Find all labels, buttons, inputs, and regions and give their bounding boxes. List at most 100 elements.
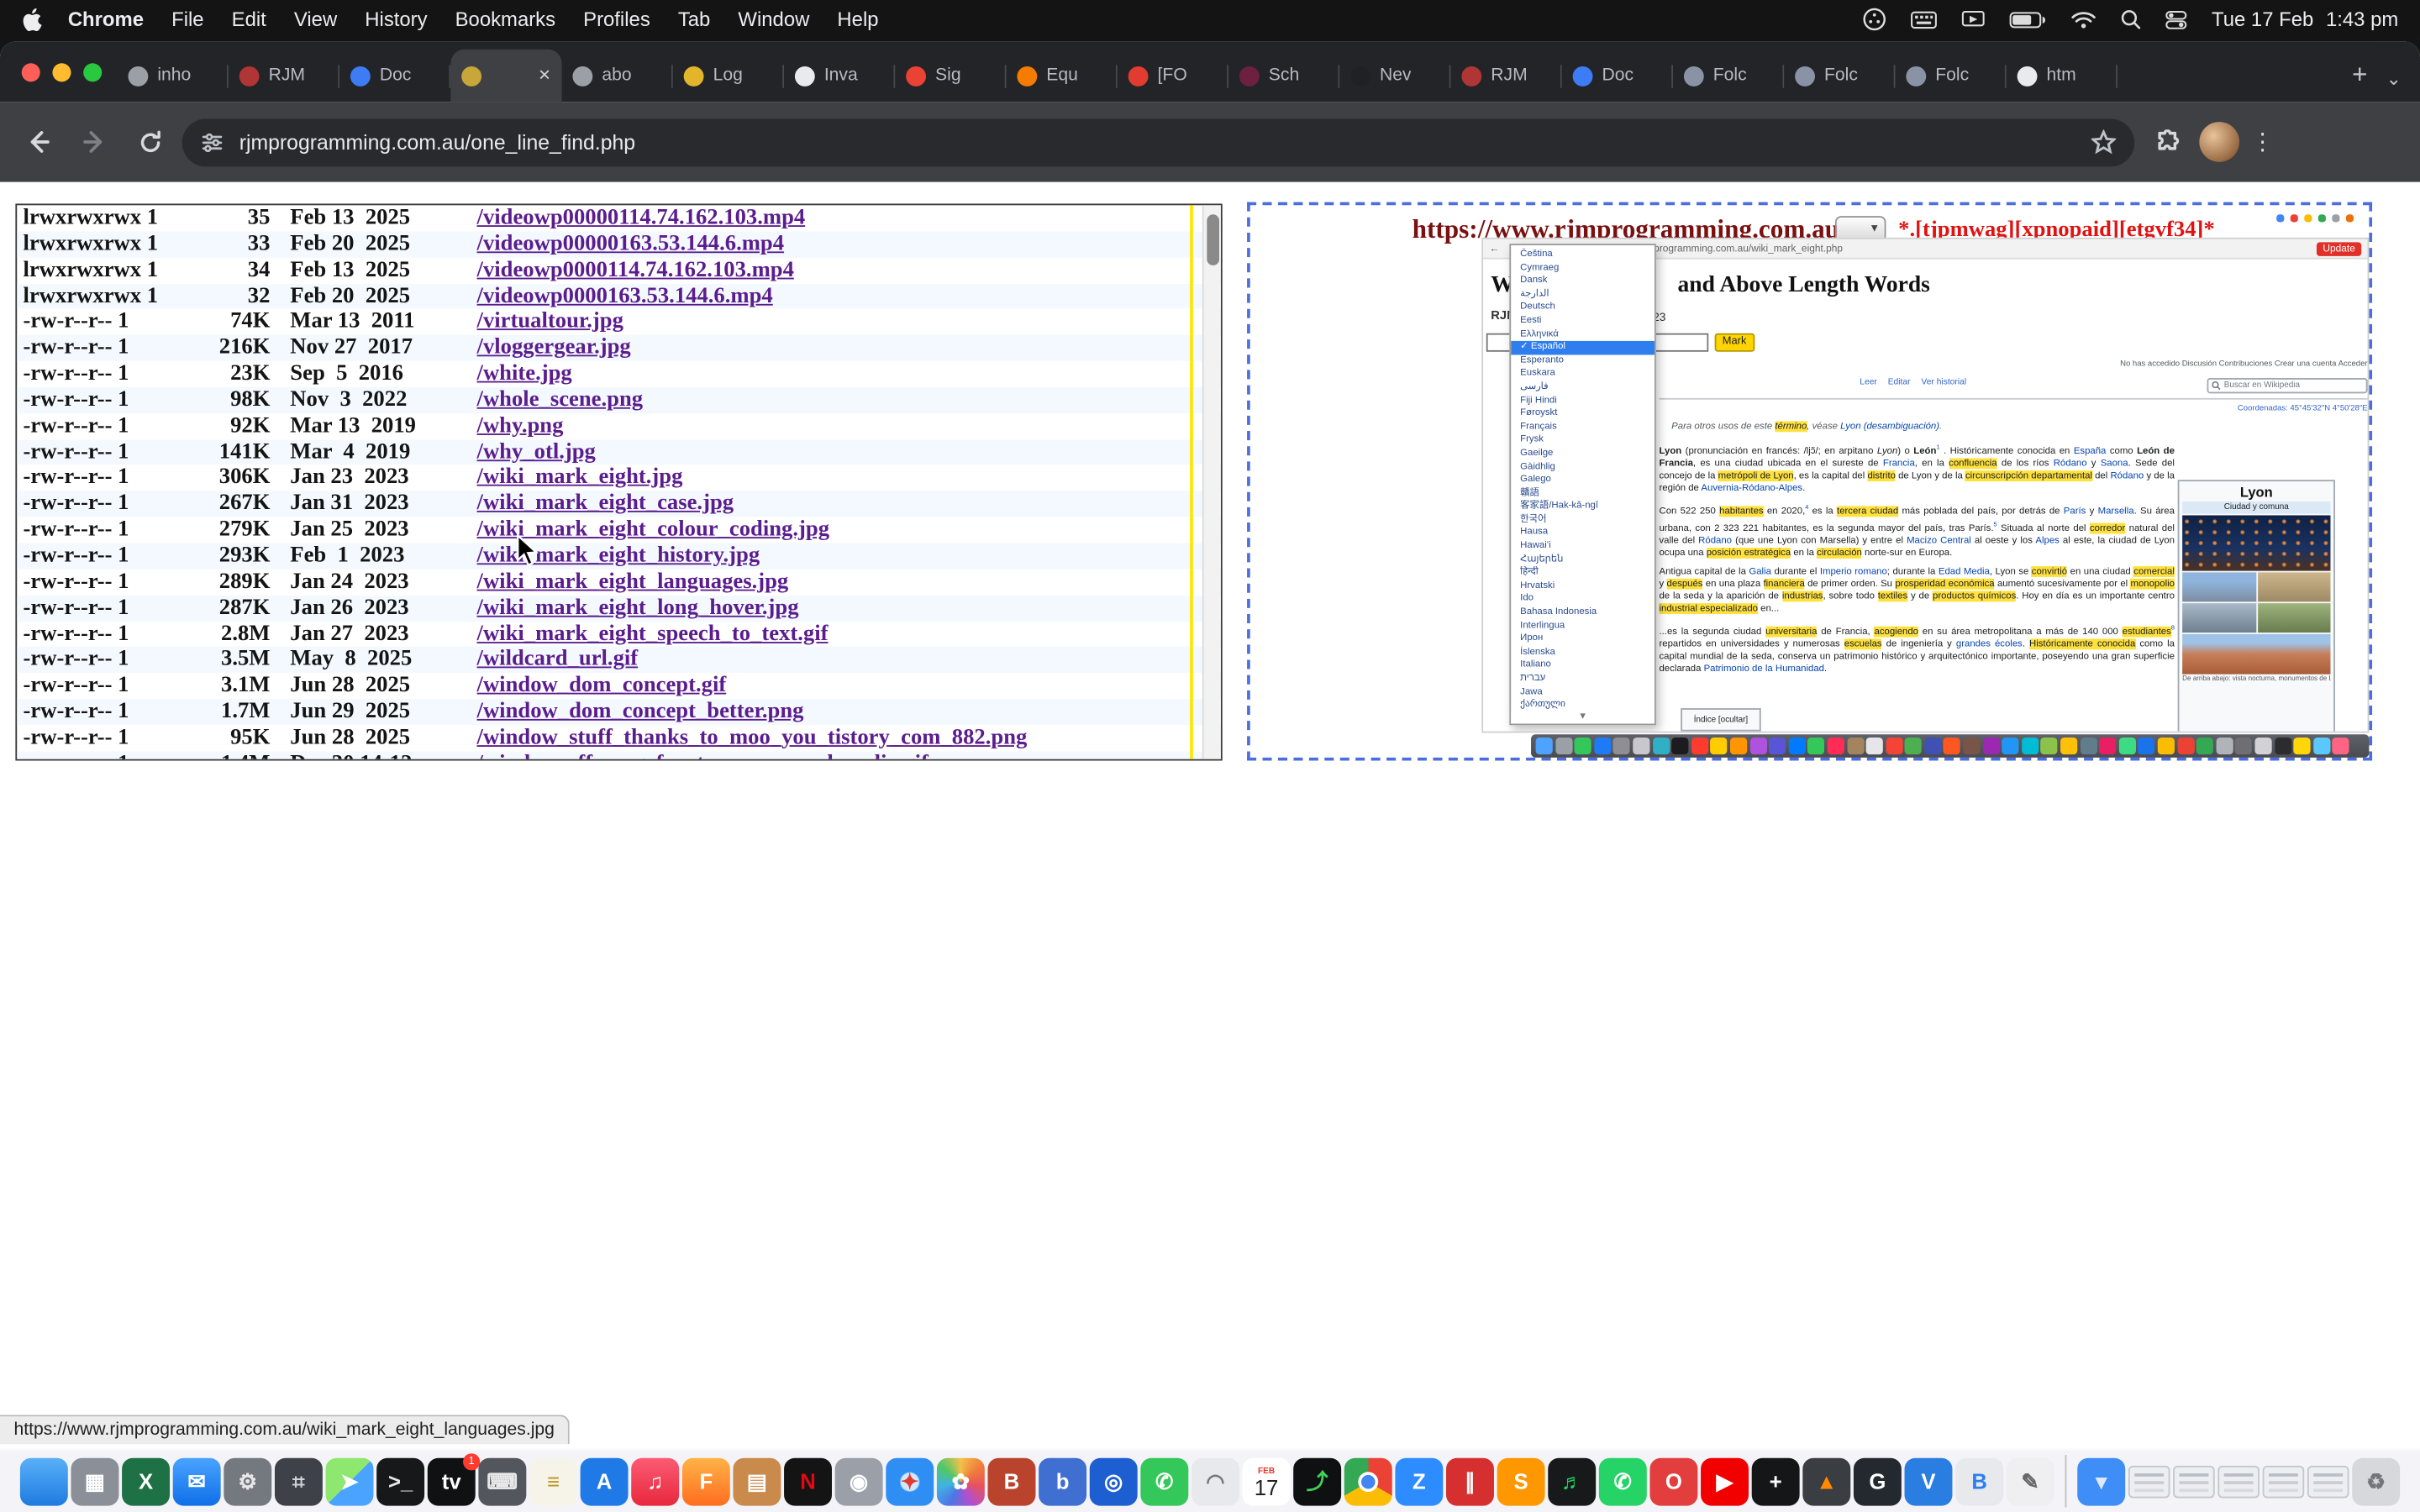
profile-avatar[interactable] bbox=[2199, 122, 2239, 162]
bookmark-star-icon[interactable] bbox=[2091, 129, 2116, 153]
language-option[interactable]: فارسی bbox=[1511, 381, 1655, 395]
file-link[interactable]: /window_dom_concept.gif bbox=[477, 673, 727, 698]
wiki-link[interactable]: Imperio romano bbox=[1820, 566, 1887, 577]
dock-item-notes[interactable]: ≡ bbox=[529, 1457, 577, 1505]
menu-window[interactable]: Window bbox=[738, 8, 809, 31]
battery-icon[interactable] bbox=[2009, 10, 2046, 29]
language-option[interactable]: Hausa bbox=[1511, 527, 1655, 540]
dock-item-parallels[interactable]: ∥ bbox=[1446, 1457, 1494, 1505]
menu-bookmarks[interactable]: Bookmarks bbox=[455, 8, 555, 31]
language-option[interactable]: Føroyskt bbox=[1511, 407, 1655, 421]
wiki-search-box[interactable]: Buscar en Wikipedia bbox=[2207, 378, 2368, 393]
wiki-link[interactable]: Marsella bbox=[2098, 507, 2134, 517]
zoom-window-button[interactable] bbox=[83, 62, 102, 81]
dock-item-photos[interactable]: ✿ bbox=[937, 1457, 985, 1505]
language-option[interactable]: Ελληνικά bbox=[1511, 328, 1655, 341]
dock-item-spotify[interactable]: ♬ bbox=[1548, 1457, 1596, 1505]
reload-button[interactable] bbox=[127, 118, 173, 165]
language-option[interactable]: Hawaiʻi bbox=[1511, 540, 1655, 554]
browser-tab[interactable]: Folc bbox=[1896, 50, 2007, 102]
back-button[interactable] bbox=[15, 118, 61, 165]
dock-item-downloads-folder[interactable]: ▾ bbox=[2077, 1457, 2125, 1505]
language-option[interactable]: Interlingua bbox=[1511, 620, 1655, 633]
dock-item-minimized-window-2[interactable] bbox=[2173, 1465, 2215, 1498]
browser-tab[interactable]: Doc bbox=[1562, 50, 1673, 102]
file-link[interactable]: /wiki_mark_eight_speech_to_text.gif bbox=[477, 621, 829, 646]
dock-item-firefox[interactable]: F bbox=[682, 1457, 730, 1505]
dock-item-compass[interactable]: ◎ bbox=[1090, 1457, 1138, 1505]
dock-item-tv[interactable]: tv1 bbox=[428, 1457, 476, 1505]
menubar-clock[interactable]: Tue 17 Feb 1:43 pm bbox=[2212, 8, 2398, 31]
dock-item-safari[interactable]: ✦ bbox=[886, 1457, 934, 1505]
wiki-link[interactable]: Ródano bbox=[2054, 459, 2087, 470]
language-option[interactable]: Bahasa Indonesia bbox=[1511, 606, 1655, 620]
language-option[interactable]: Հայերեն bbox=[1511, 554, 1655, 567]
keyboard-icon[interactable] bbox=[1911, 10, 1937, 29]
language-option[interactable]: Čeština bbox=[1511, 249, 1655, 262]
wiki-link[interactable]: París bbox=[2064, 507, 2086, 517]
dock-item-opera[interactable]: O bbox=[1649, 1457, 1697, 1505]
chrome-menu-icon[interactable]: ⋮ bbox=[2249, 128, 2276, 155]
wiki-personal-links[interactable]: No has accedido Discusión Contribuciones… bbox=[2120, 360, 2367, 369]
language-option[interactable]: Esperanto bbox=[1511, 354, 1655, 368]
browser-tab[interactable]: RJM bbox=[1451, 50, 1562, 102]
browser-tab[interactable]: Equ bbox=[1007, 50, 1118, 102]
dock-item-finder[interactable] bbox=[20, 1457, 68, 1505]
dock-item-zoom[interactable]: Z bbox=[1395, 1457, 1443, 1505]
file-link[interactable]: /wildcard_url.gif bbox=[477, 647, 639, 672]
browser-tab[interactable]: Sig bbox=[895, 50, 1006, 102]
dropdown-scroll-chevron-icon[interactable]: ▾ bbox=[1511, 711, 1655, 724]
dock-item-vlc[interactable]: ▲ bbox=[1802, 1457, 1850, 1505]
wiki-toc-box[interactable]: Índice [ocultar] bbox=[1681, 708, 1761, 732]
language-option[interactable]: Français bbox=[1511, 421, 1655, 434]
dock-item-facetime[interactable]: ✆ bbox=[1140, 1457, 1188, 1505]
dock-item-minimized-window-4[interactable] bbox=[2263, 1465, 2305, 1498]
language-option[interactable]: Fiji Hindi bbox=[1511, 394, 1655, 407]
file-link[interactable]: /videowp00000114.74.162.103.mp4 bbox=[477, 205, 806, 230]
url-text[interactable]: rjmprogramming.com.au/one_line_find.php bbox=[239, 130, 635, 154]
file-link[interactable]: /virtualtour.jpg bbox=[477, 309, 623, 334]
spotlight-search-icon[interactable] bbox=[2121, 9, 2141, 29]
wiki-link[interactable]: Saona bbox=[2101, 459, 2128, 470]
dock-item-excel[interactable]: X bbox=[122, 1457, 170, 1505]
language-option[interactable]: 客家語/Hak-kâ-ngî bbox=[1511, 501, 1655, 514]
dock-item-netflix[interactable]: N bbox=[784, 1457, 832, 1505]
status-app-icon[interactable] bbox=[1863, 8, 1886, 31]
wiki-coordinates[interactable]: Coordenadas: 45°45′32″N 4°50′28″E bbox=[2238, 404, 2368, 413]
file-link[interactable]: /vloggergear.jpg bbox=[477, 335, 631, 360]
new-tab-button[interactable]: + bbox=[2339, 55, 2380, 96]
file-link[interactable]: /why.png bbox=[477, 413, 564, 438]
dock-item-photo-booth[interactable]: ◠ bbox=[1192, 1457, 1239, 1505]
file-link[interactable]: /wiki_mark_eight.jpg bbox=[477, 465, 683, 491]
dock-item-whatsapp[interactable]: ✆ bbox=[1599, 1457, 1647, 1505]
dock-item-calendar[interactable]: FEB17 bbox=[1243, 1457, 1291, 1505]
tab-close-icon[interactable]: ✕ bbox=[538, 67, 550, 84]
language-option[interactable]: Frysk bbox=[1511, 434, 1655, 448]
dock-item-github[interactable]: G bbox=[1854, 1457, 1902, 1505]
menu-file[interactable]: File bbox=[171, 8, 203, 31]
wiki-view-tab[interactable]: Ver historial bbox=[1921, 378, 1966, 387]
dock-item-chrome[interactable] bbox=[1344, 1457, 1392, 1505]
language-option[interactable]: Íslenska bbox=[1511, 646, 1655, 659]
file-link[interactable]: /wiki_mark_eight_languages.jpg bbox=[477, 569, 789, 594]
wiki-link[interactable]: Alpes bbox=[2035, 536, 2059, 547]
scrollbar-thumb[interactable] bbox=[1207, 214, 1219, 265]
file-link[interactable]: /why_otl.jpg bbox=[477, 439, 596, 465]
browser-tab[interactable]: RJM bbox=[229, 50, 339, 102]
file-link[interactable]: /wiki_mark_eight_case.jpg bbox=[477, 491, 734, 517]
language-option[interactable]: Ирон bbox=[1511, 633, 1655, 646]
update-button[interactable]: Update bbox=[2317, 241, 2361, 255]
dock-item-books[interactable]: ▤ bbox=[733, 1457, 781, 1505]
dock-item-minimized-window-5[interactable] bbox=[2307, 1465, 2349, 1498]
minimize-window-button[interactable] bbox=[52, 62, 71, 81]
dock-item-vscode[interactable]: V bbox=[1905, 1457, 1953, 1505]
dock-item-keyboard-viewer[interactable]: ⌨ bbox=[478, 1457, 526, 1505]
language-option[interactable]: Eesti bbox=[1511, 315, 1655, 328]
file-link[interactable]: /videowp00000163.53.144.6.mp4 bbox=[477, 231, 785, 256]
wiki-link[interactable]: Auvernia-Ródano-Alpes bbox=[1701, 483, 1802, 494]
dock-item-freeform[interactable]: ✎ bbox=[2007, 1457, 2054, 1505]
address-bar[interactable]: rjmprogramming.com.au/one_line_find.php bbox=[182, 118, 2134, 166]
browser-tab[interactable]: Sch bbox=[1228, 50, 1339, 102]
menu-history[interactable]: History bbox=[365, 8, 427, 31]
language-option[interactable]: Ido bbox=[1511, 593, 1655, 606]
